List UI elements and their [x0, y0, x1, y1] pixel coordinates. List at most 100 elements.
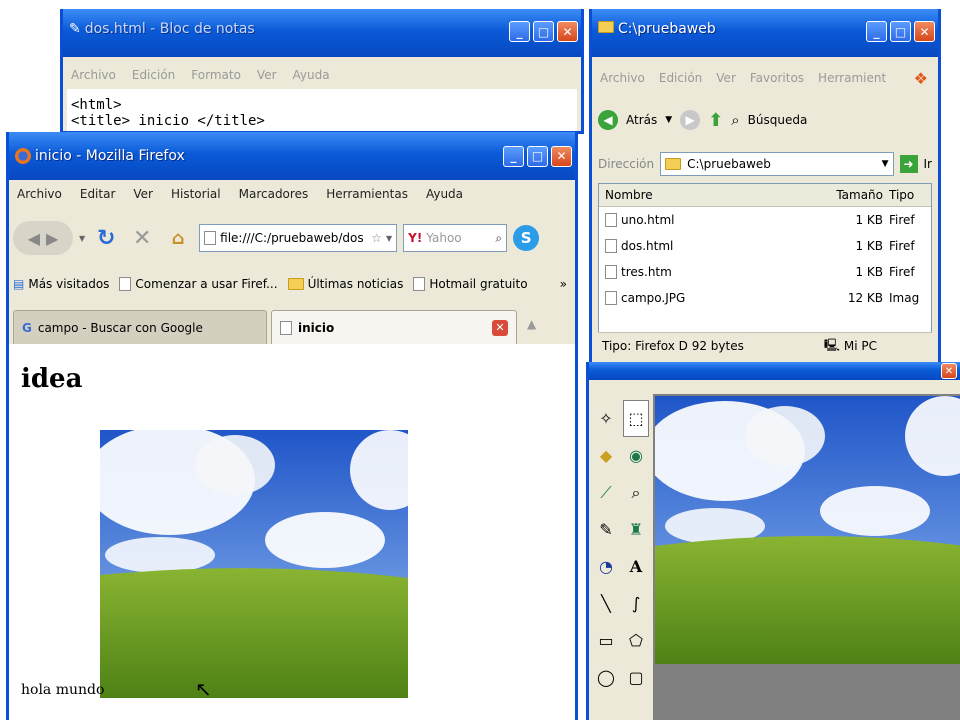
page-heading: idea — [21, 364, 83, 394]
polygon-tool-icon[interactable]: ⬠ — [623, 622, 649, 659]
chevron-down-icon[interactable]: ▼ — [882, 159, 889, 169]
reload-icon[interactable]: ↻ — [91, 223, 121, 253]
back-arrow-icon[interactable]: ◀ — [28, 229, 40, 248]
curve-tool-icon[interactable]: ∫ — [623, 585, 649, 622]
forward-arrow-icon[interactable]: ▶ — [46, 229, 58, 248]
pencil-icon[interactable]: ✎ — [593, 511, 619, 548]
file-row[interactable]: campo.JPG 12 KB Imag — [599, 285, 931, 311]
line-tool-icon[interactable]: ╲ — [593, 585, 619, 622]
rect-select-icon[interactable]: ⬚ — [623, 400, 649, 437]
file-icon — [605, 239, 617, 253]
menu-edicion[interactable]: Edición — [659, 71, 702, 85]
maximize-button[interactable]: □ — [527, 145, 548, 167]
menu-formato[interactable]: Formato — [191, 68, 241, 82]
minimize-button[interactable]: _ — [866, 21, 887, 42]
page-icon — [204, 231, 217, 245]
column-size[interactable]: Tamaño — [829, 188, 889, 202]
rectangle-tool-icon[interactable]: ▭ — [593, 622, 619, 659]
bookmark-item[interactable]: ▤ Más visitados — [13, 277, 109, 291]
menu-herramientas[interactable]: Herramient — [818, 71, 886, 85]
menu-archivo[interactable]: Archivo — [600, 71, 645, 85]
bookmark-item[interactable]: Hotmail gratuito — [413, 277, 528, 291]
chevron-down-icon[interactable]: ▼ — [386, 234, 392, 243]
explorer-statusbar: Tipo: Firefox D 92 bytes 🖳 Mi PC — [598, 332, 932, 359]
menu-archivo[interactable]: Archivo — [17, 187, 62, 201]
tab-inicio[interactable]: inicio ✕ — [271, 310, 517, 344]
stop-icon[interactable]: ✕ — [127, 223, 157, 253]
file-size: 1 KB — [855, 265, 883, 279]
menu-editar[interactable]: Editar — [80, 187, 116, 201]
color-picker-icon[interactable]: ⟋ — [593, 474, 619, 511]
close-button[interactable]: ✕ — [914, 21, 935, 42]
search-input[interactable]: Yahoo — [426, 231, 461, 245]
explorer-titlebar[interactable]: C:\pruebaweb _ □ ✕ — [592, 9, 938, 57]
firefox-navbar: ◀ ▶ ▼ ↻ ✕ ⌂ file:///C:/pruebaweb/dos ☆ ▼ … — [13, 212, 571, 264]
menu-herramientas[interactable]: Herramientas — [326, 187, 408, 201]
back-button-label[interactable]: Atrás — [626, 113, 657, 127]
dropdown-arrow-icon[interactable]: ▼ — [665, 115, 672, 125]
text-tool-icon[interactable]: A — [623, 548, 649, 585]
paint-window: ✕ ✧ ⬚ ◆ ◉ ⟋ ⌕ ✎ ♜ ◔ A ╲ ∫ ▭ ⬠ ◯ ▢ — [586, 362, 960, 720]
rounded-rect-tool-icon[interactable]: ▢ — [623, 659, 649, 696]
maximize-button[interactable]: □ — [533, 21, 554, 42]
bookmark-item[interactable]: Comenzar a usar Firef... — [119, 277, 278, 291]
bookmarks-overflow-icon[interactable]: » — [560, 277, 567, 291]
minimize-button[interactable]: _ — [509, 21, 530, 42]
menu-historial[interactable]: Historial — [171, 187, 221, 201]
ellipse-tool-icon[interactable]: ◯ — [593, 659, 619, 696]
star-icon[interactable]: ☆ — [371, 231, 382, 245]
search-icon[interactable]: ⌕ — [731, 111, 739, 129]
search-bar[interactable]: Y! Yahoo ⌕ — [403, 224, 508, 252]
close-button[interactable]: ✕ — [941, 363, 957, 379]
file-row[interactable]: uno.html 1 KB Firef — [599, 207, 931, 233]
go-arrow-icon[interactable]: ➜ — [899, 155, 918, 173]
search-button-label[interactable]: Búsqueda — [748, 113, 808, 127]
windows-logo-icon: ❖ — [913, 68, 928, 88]
paint-image — [655, 396, 960, 664]
minimize-button[interactable]: _ — [503, 145, 524, 167]
home-icon[interactable]: ⌂ — [163, 223, 193, 253]
column-name[interactable]: Nombre — [599, 188, 829, 202]
menu-ver[interactable]: Ver — [133, 187, 153, 201]
back-arrow-icon[interactable]: ◀ — [598, 110, 618, 130]
menu-marcadores[interactable]: Marcadores — [239, 187, 309, 201]
file-row[interactable]: tres.htm 1 KB Firef — [599, 259, 931, 285]
column-type[interactable]: Tipo — [889, 188, 923, 202]
menu-ayuda[interactable]: Ayuda — [293, 68, 330, 82]
airbrush-icon[interactable]: ◔ — [593, 548, 619, 585]
eraser-icon[interactable]: ◆ — [593, 437, 619, 474]
maximize-button[interactable]: □ — [890, 21, 911, 42]
menu-edicion[interactable]: Edición — [132, 68, 175, 82]
notepad-titlebar[interactable]: ✎ dos.html - Bloc de notas _ □ ✕ — [63, 9, 581, 57]
close-button[interactable]: ✕ — [557, 21, 578, 42]
skype-icon[interactable]: S — [513, 225, 540, 251]
back-forward-button[interactable]: ◀ ▶ — [13, 221, 73, 255]
search-icon[interactable]: ⌕ — [495, 231, 502, 246]
up-folder-icon[interactable]: ⬆ — [708, 110, 723, 131]
notepad-editor[interactable]: <html> <title> inicio </title> — [67, 89, 577, 131]
firefox-titlebar[interactable]: inicio - Mozilla Firefox _ □ ✕ — [9, 132, 575, 180]
menu-ayuda[interactable]: Ayuda — [426, 187, 463, 201]
address-field[interactable]: C:\pruebaweb ▼ — [660, 152, 894, 176]
menu-archivo[interactable]: Archivo — [71, 68, 116, 82]
go-button-label[interactable]: Ir — [924, 157, 932, 171]
menu-ver[interactable]: Ver — [716, 71, 736, 85]
paint-canvas-area[interactable] — [653, 394, 960, 720]
close-button[interactable]: ✕ — [551, 145, 572, 167]
fill-bucket-icon[interactable]: ◉ — [623, 437, 649, 474]
menu-favoritos[interactable]: Favoritos — [750, 71, 804, 85]
tab-scroll-up-icon[interactable]: ▲ — [527, 317, 536, 331]
bookmark-item[interactable]: Últimas noticias — [287, 277, 403, 291]
free-select-icon[interactable]: ✧ — [593, 400, 619, 437]
paint-titlebar[interactable]: ✕ — [589, 362, 960, 380]
url-text: file:///C:/pruebaweb/dos — [220, 231, 364, 245]
file-row[interactable]: dos.html 1 KB Firef — [599, 233, 931, 259]
url-bar[interactable]: file:///C:/pruebaweb/dos ☆ ▼ — [199, 224, 398, 252]
forward-arrow-icon[interactable]: ▶ — [680, 110, 701, 130]
magnifier-icon[interactable]: ⌕ — [623, 474, 649, 511]
history-dropdown-icon[interactable]: ▼ — [79, 234, 85, 243]
menu-ver[interactable]: Ver — [257, 68, 277, 82]
close-tab-icon[interactable]: ✕ — [492, 319, 508, 336]
tab-campo[interactable]: G campo - Buscar con Google — [13, 310, 267, 344]
brush-icon[interactable]: ♜ — [623, 511, 649, 548]
